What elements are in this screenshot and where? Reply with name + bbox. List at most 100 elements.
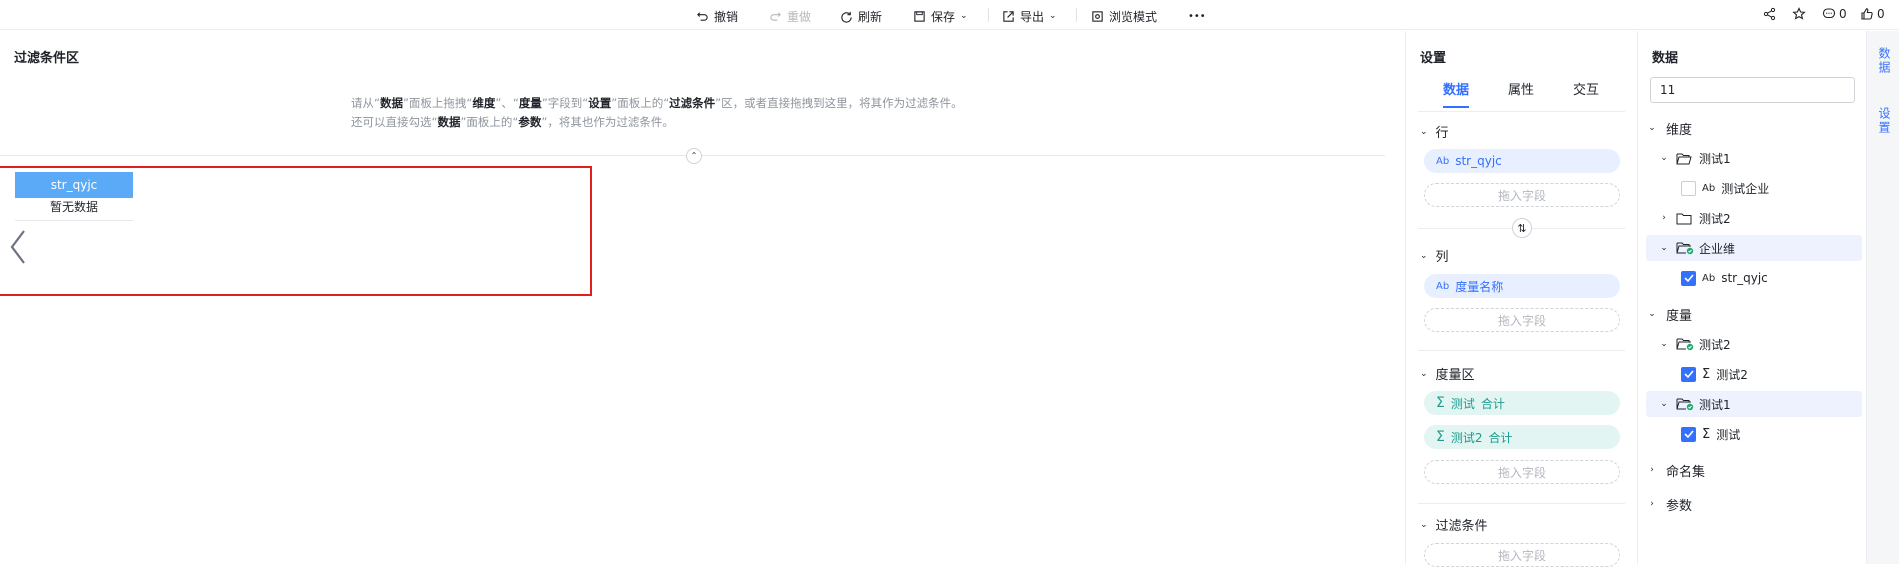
refresh-icon [841,11,852,23]
measure-section-label: 度量区 [1435,368,1475,383]
browse-icon [1092,10,1103,22]
checkbox[interactable] [1681,180,1696,196]
export-icon [1003,10,1014,22]
tab-interaction[interactable]: 交互 [1573,79,1599,98]
tabs-divider [1418,111,1625,112]
redo-button[interactable]: 重做 [769,7,811,25]
chevron-down-icon: ⌄ [1648,309,1656,319]
chevron-down-icon: ⌄ [1648,123,1656,133]
chevron-down-icon: ⌄ [1660,399,1668,409]
text-field-icon: Ab [1702,182,1716,194]
tree-folder[interactable]: ⌄ 企业维 [1646,235,1862,261]
tree-group-parameters[interactable]: › 参数 [1646,491,1862,517]
row-field-pill[interactable]: Ab str_qyjc [1424,149,1620,173]
text-field-icon: Ab [1702,272,1716,284]
collapse-button[interactable]: ⌃ [686,148,702,164]
tree-field[interactable]: Ab str_qyjc [1646,265,1862,291]
hint-text: 还可以直接勾选“ [351,115,438,129]
hint-text: ”，将其也作为过滤条件。 [541,115,674,129]
checkbox-checked[interactable] [1681,366,1696,382]
filter-section-label: 过滤条件 [1435,519,1488,534]
share-button[interactable] [1763,7,1777,21]
folder-used-icon [1676,397,1694,411]
filter-drop-zone[interactable]: 拖入字段 [1424,543,1620,567]
tree-item-label: 测试1 [1699,151,1731,166]
measure-field-pill[interactable]: Σ 测试 合计 [1424,391,1620,415]
refresh-button[interactable]: 刷新 [840,7,882,25]
section-divider [1418,503,1625,504]
tree-measure[interactable]: Σ 测试2 [1646,361,1862,387]
canvas-area: 过滤条件区 请从“数据”面板上拖拽“维度”、“度量”字段到“设置”面板上的“过滤… [0,31,1404,564]
undo-button[interactable]: 撤销 [696,7,738,25]
save-icon [914,10,925,22]
more-button[interactable]: ••• [1188,7,1206,25]
export-label: 导出 [1020,9,1045,24]
field-search-input[interactable] [1650,77,1855,103]
hint-keyword: 数据 [437,115,461,129]
row-section-header[interactable]: ⌄ 行 [1420,122,1449,141]
text-field-icon: Ab [1436,280,1450,292]
hint-text: ”字段到“ [541,96,589,110]
tree-field[interactable]: Ab 测试企业 [1646,175,1862,201]
redo-label: 重做 [787,9,812,24]
export-button[interactable]: 导出 ⌄ [1002,7,1057,25]
folder-used-icon [1676,241,1694,255]
measure-drop-zone[interactable]: 拖入字段 [1424,460,1620,484]
comment-count: 0 [1839,7,1847,21]
folder-used-icon [1676,337,1694,351]
save-label: 保存 [931,9,956,24]
measure-field-label: 测试 [1450,396,1475,411]
tree-folder[interactable]: › 测试2 [1646,205,1862,231]
comment-icon [1822,8,1836,19]
side-tab-settings[interactable]: 设置 [1875,107,1893,135]
dimension-label: 维度 [1666,122,1693,138]
tree-folder[interactable]: ⌄ 测试1 [1646,391,1862,417]
measure-section-header[interactable]: ⌄ 度量区 [1420,364,1475,383]
tree-group-measure[interactable]: ⌄ 度量 [1646,301,1862,327]
measure-field-label: 测试2 [1450,430,1483,445]
filter-section-header[interactable]: ⌄ 过滤条件 [1420,515,1488,534]
chevron-down-icon: ⌄ [1660,339,1668,349]
like-button[interactable]: 0 [1860,7,1885,21]
chevron-left-icon[interactable] [8,228,28,266]
column-field-pill[interactable]: Ab 度量名称 [1424,274,1620,298]
browse-mode-button[interactable]: 浏览模式 [1091,7,1157,25]
comment-button[interactable]: 0 [1822,7,1847,21]
thumbs-up-icon [1861,8,1873,20]
section-divider [1418,350,1625,351]
favorite-button[interactable] [1792,7,1806,21]
hint-keyword: 数据 [379,96,403,110]
star-icon [1792,7,1806,20]
folder-icon [1676,212,1694,225]
filter-widget-header[interactable]: str_qyjc [15,172,133,198]
tree-item-label: 测试1 [1699,397,1731,412]
measure-field-pill[interactable]: Σ 测试2 合计 [1424,425,1620,449]
hint-keyword: 度量 [518,96,542,110]
save-button[interactable]: 保存 ⌄ [913,7,968,25]
tab-data[interactable]: 数据 [1443,79,1469,98]
checkbox-checked[interactable] [1681,426,1696,442]
column-section-header[interactable]: ⌄ 列 [1420,246,1449,265]
swap-icon: ⇅ [1517,221,1527,235]
measure-group-label: 度量 [1666,308,1693,324]
row-drop-zone[interactable]: 拖入字段 [1424,183,1620,207]
sum-icon: Σ [1436,395,1445,411]
tree-measure[interactable]: Σ 测试 [1646,421,1862,447]
column-drop-zone[interactable]: 拖入字段 [1424,308,1620,332]
tree-folder[interactable]: ⌄ 测试2 [1646,331,1862,357]
tree-group-dimension[interactable]: ⌄ 维度 [1646,115,1862,141]
filter-widget-empty-text: 暂无数据 [49,200,98,214]
side-tab-data[interactable]: 数据 [1875,47,1893,75]
parameters-label: 参数 [1666,498,1693,514]
hint-text: ”面板上的“ [460,115,519,129]
column-field-label: 度量名称 [1455,279,1504,294]
chevron-down-icon: ⌄ [1420,126,1428,137]
tree-group-named-set[interactable]: › 命名集 [1646,457,1862,483]
hint-text: ”、“ [495,96,519,110]
tab-properties[interactable]: 属性 [1508,79,1534,98]
swap-rows-columns-button[interactable]: ⇅ [1512,218,1532,238]
tree-folder[interactable]: ⌄ 测试1 [1646,145,1862,171]
data-panel-title: 数据 [1652,51,1679,66]
checkbox-checked[interactable] [1681,270,1696,286]
chevron-right-icon: › [1662,213,1666,223]
